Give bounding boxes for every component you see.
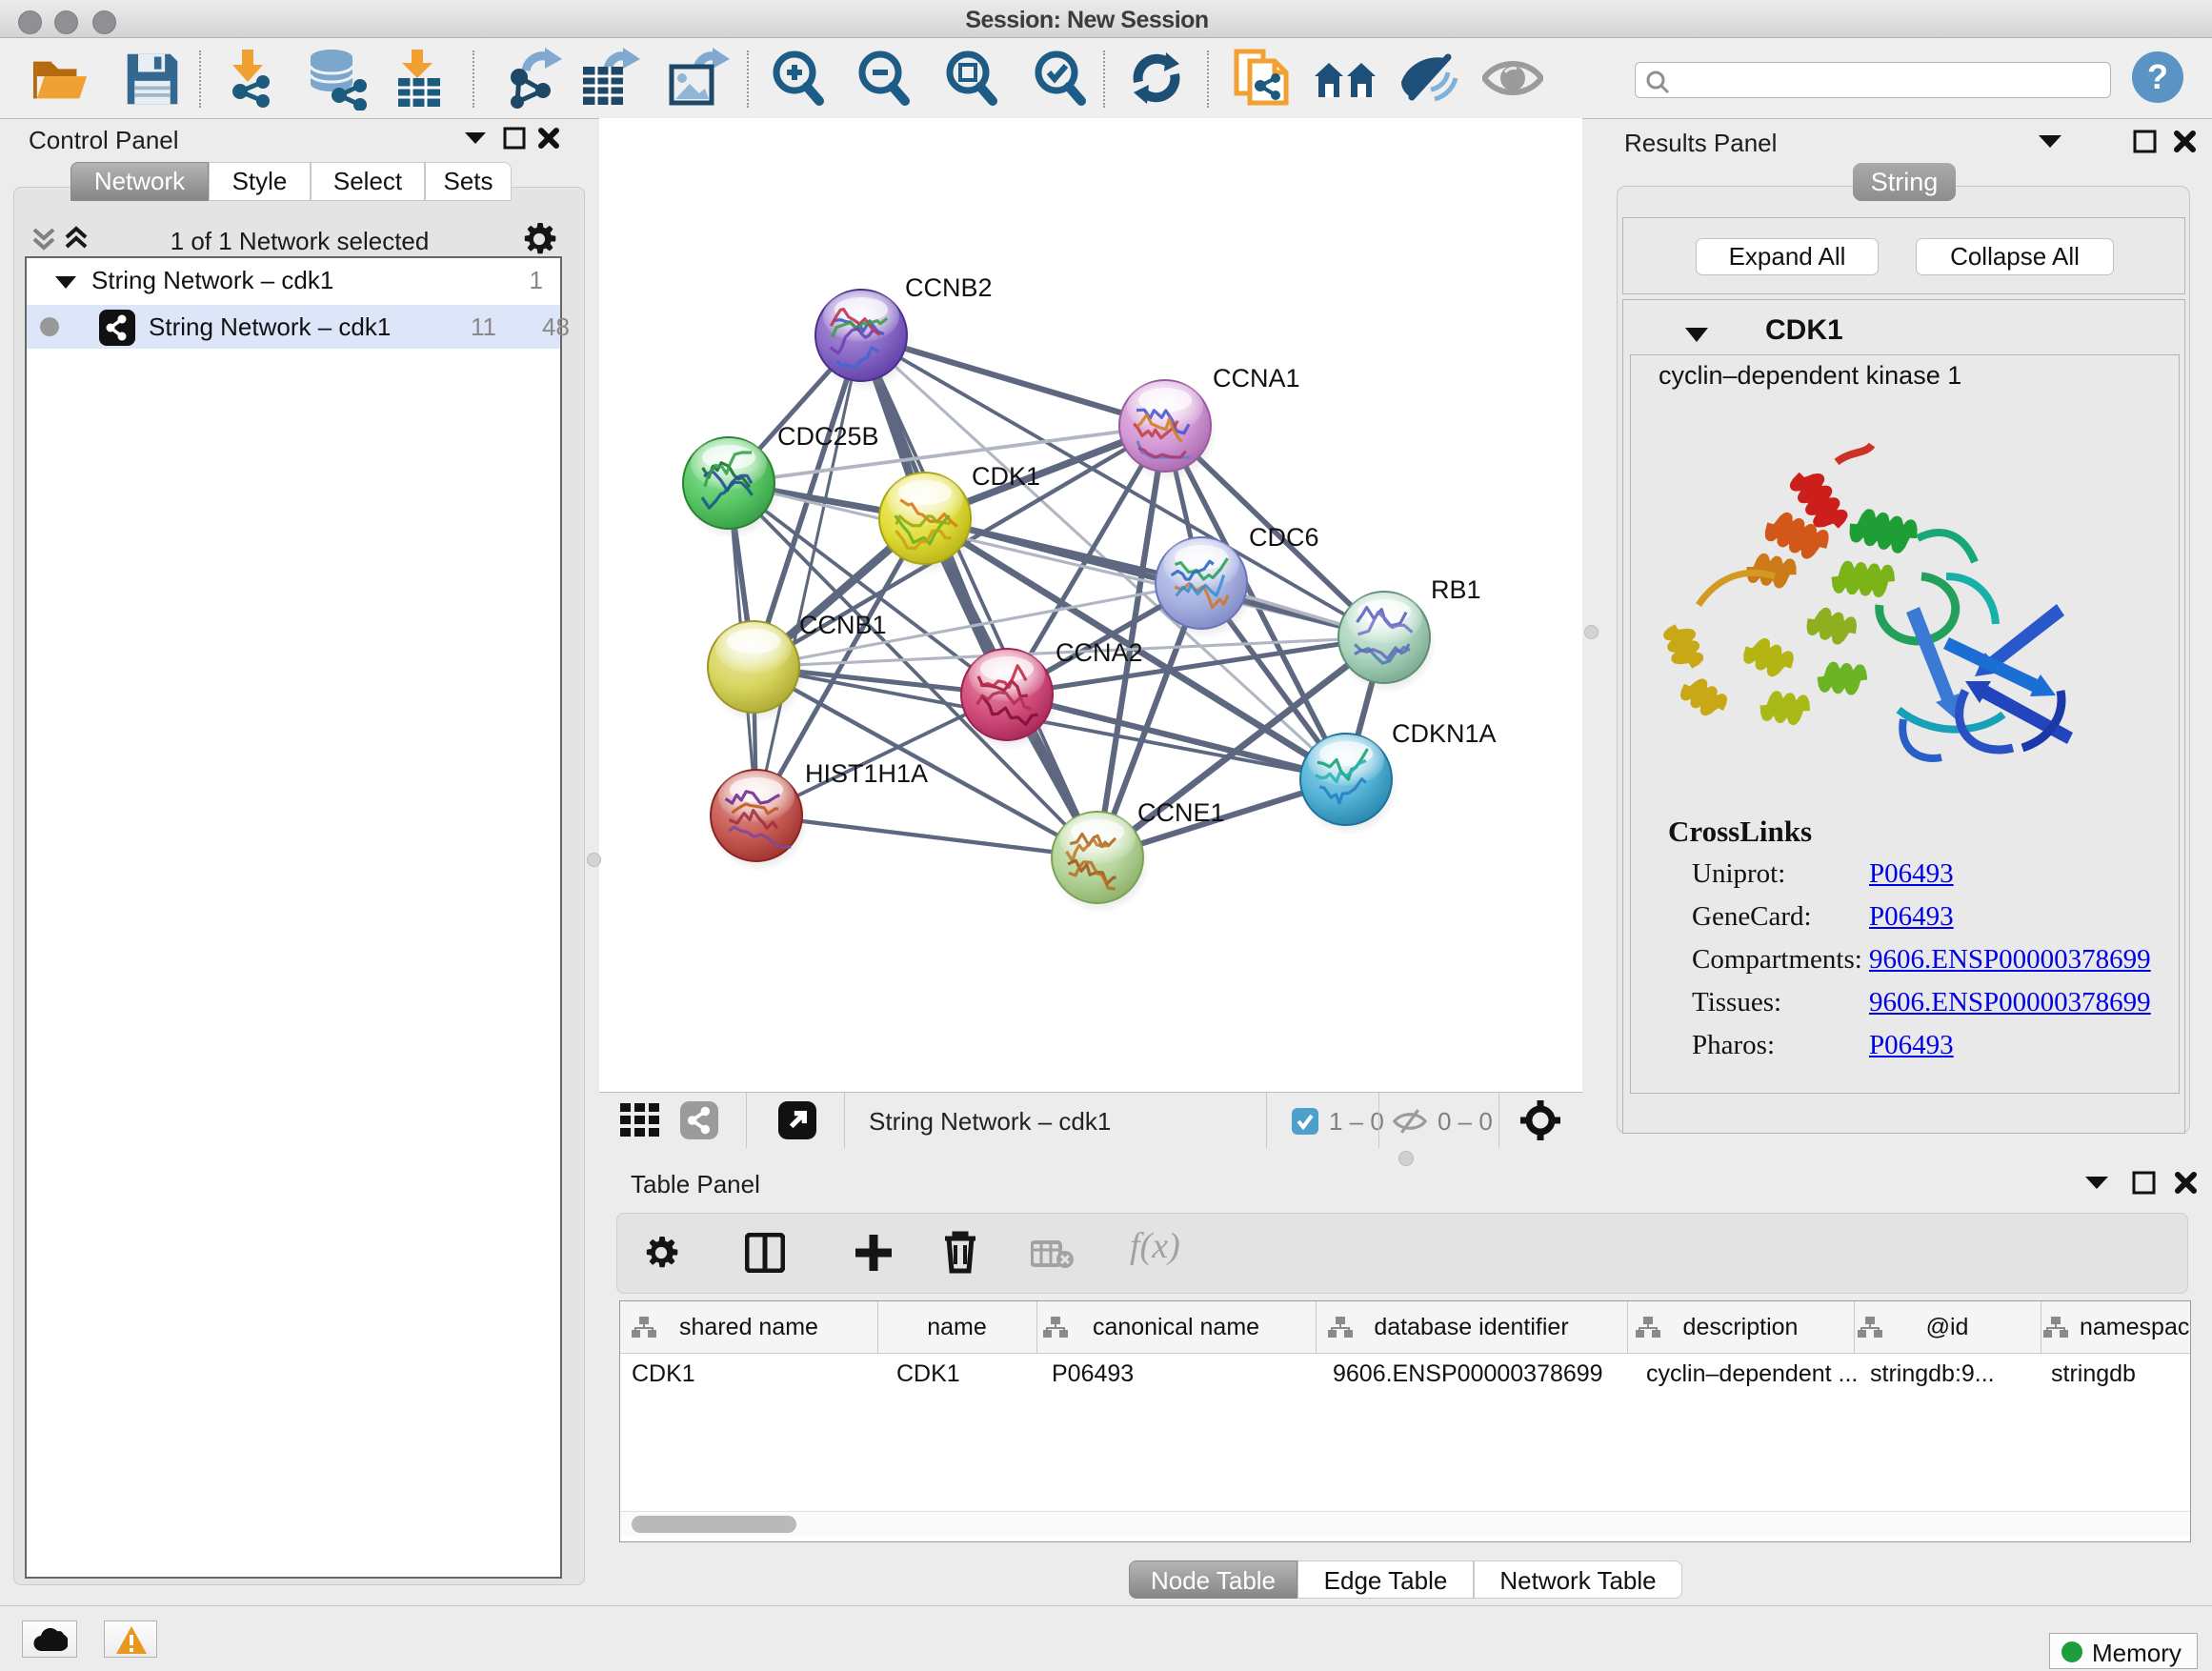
- svg-text:CCNA2: CCNA2: [1056, 638, 1143, 667]
- svg-text:CCNE1: CCNE1: [1137, 798, 1225, 827]
- svg-text:RB1: RB1: [1431, 575, 1481, 604]
- svg-text:CCNA1: CCNA1: [1213, 364, 1300, 393]
- svg-text:HIST1H1A: HIST1H1A: [805, 759, 928, 788]
- svg-text:CDKN1A: CDKN1A: [1392, 719, 1497, 748]
- svg-text:CCNB1: CCNB1: [799, 611, 887, 639]
- svg-text:CCNB2: CCNB2: [905, 273, 993, 302]
- svg-text:CDC25B: CDC25B: [777, 422, 879, 451]
- svg-text:?: ?: [2147, 57, 2168, 96]
- svg-text:CDC6: CDC6: [1249, 523, 1319, 552]
- svg-text:CDK1: CDK1: [972, 462, 1040, 491]
